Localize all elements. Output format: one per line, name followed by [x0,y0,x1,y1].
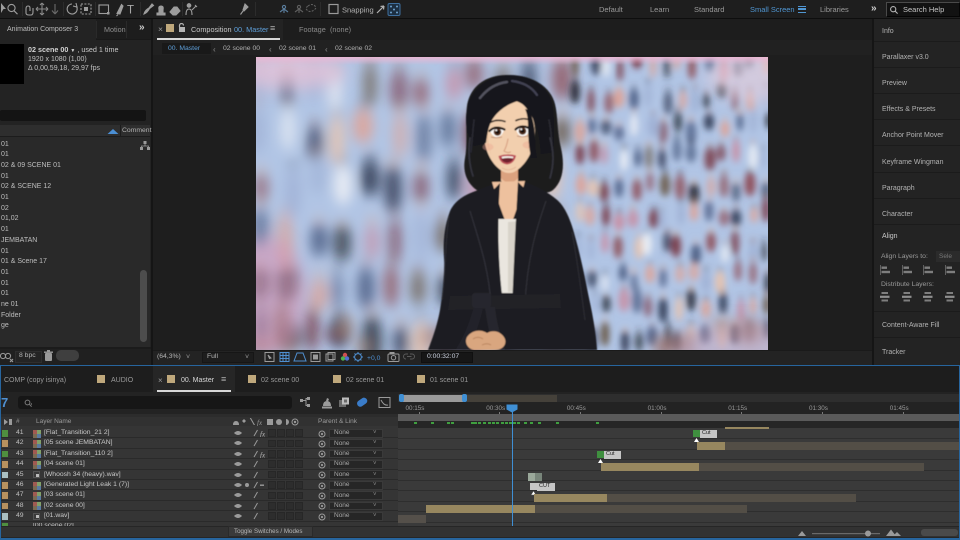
svg-text:Snapping: Snapping [342,6,374,15]
svg-text:fx: fx [260,431,266,438]
svg-text:T: T [127,5,134,17]
svg-text:+0,0: +0,0 [367,355,381,362]
svg-text:fx: fx [260,451,266,458]
